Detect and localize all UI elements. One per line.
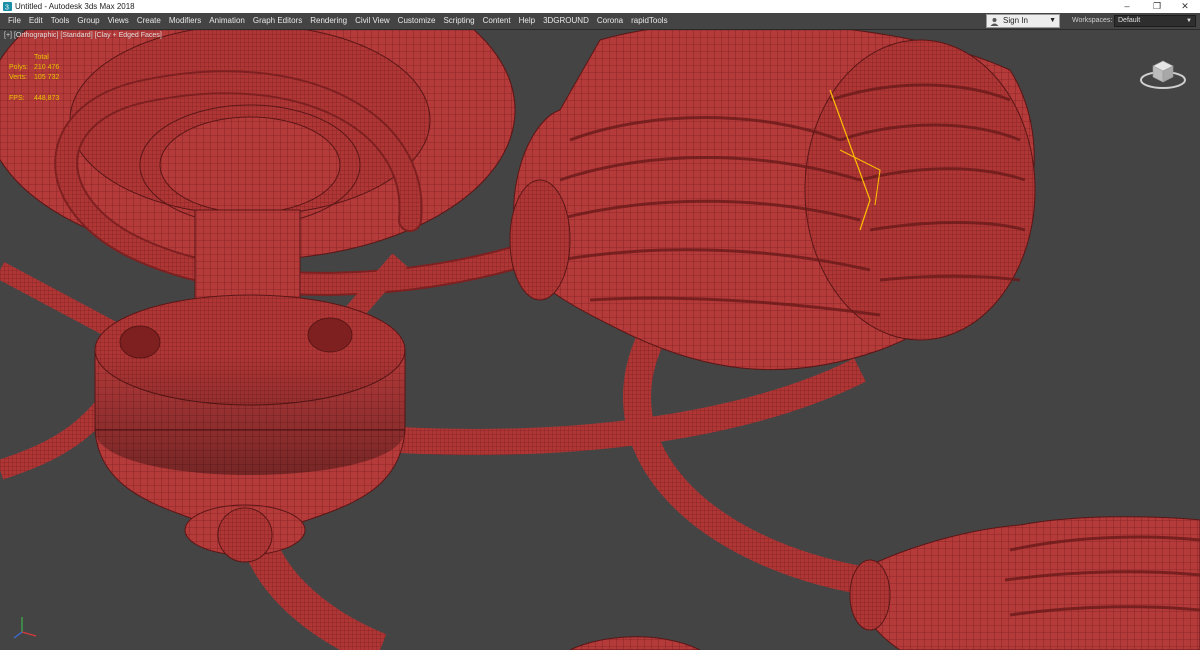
menu-graph-editors[interactable]: Graph Editors [249,13,306,29]
stats-verts-label: Verts: [9,74,27,81]
window-title: Untitled - Autodesk 3ds Max 2018 [15,2,135,11]
glass-shade-bottom [849,516,1200,650]
close-button[interactable]: ✕ [1170,0,1200,13]
menu-views[interactable]: Views [104,13,133,29]
glass-shade-partial [569,636,701,650]
stats-polys-value: 210 476 [34,64,60,71]
stats-polys-label: Polys: [9,64,29,71]
menu-rapidtools[interactable]: rapidTools [627,13,671,29]
stats-total-label: Total [34,54,49,61]
viewcube-icon[interactable] [1138,52,1188,92]
workspace-value: Default [1118,17,1141,24]
stats-verts-value: 105 732 [34,74,60,81]
viewport-label[interactable]: [+] [Orthographic] [Standard] [Clay + Edged… [4,32,164,39]
menu-modifiers[interactable]: Modifiers [165,13,205,29]
perspective-viewport[interactable]: [+] [Orthographic] [Standard] [Clay + Edged… [0,30,1200,650]
viewport-mode-label[interactable]: [Clay + Edged Faces] [95,32,162,39]
chevron-down-icon: ▼ [1049,17,1056,24]
menu-civil-view[interactable]: Civil View [351,13,394,29]
scene-render [0,30,1200,650]
menu-help[interactable]: Help [515,13,539,29]
workspace-select[interactable]: Default ▼ [1114,15,1196,27]
svg-text:3: 3 [5,5,9,12]
title-bar: 3 Untitled - Autodesk 3ds Max 2018 – ❐ ✕ [0,0,1200,13]
viewport-menu[interactable]: [+] [4,32,12,39]
menu-3dground[interactable]: 3DGROUND [539,13,593,29]
minimize-button[interactable]: – [1112,0,1142,13]
menu-tools[interactable]: Tools [47,13,74,29]
menu-rendering[interactable]: Rendering [306,13,351,29]
menu-items: File Edit Tools Group Views Create Modif… [0,13,672,29]
stats-fps-label: FPS: [9,95,25,102]
user-icon [990,18,999,26]
viewport-shading-label[interactable]: [Standard] [60,32,92,39]
menu-file[interactable]: File [0,13,25,29]
menu-corona[interactable]: Corona [593,13,627,29]
menu-content[interactable]: Content [479,13,515,29]
workspaces-label: Workspaces: [1072,17,1113,24]
stats-fps-value: 448,873 [34,95,60,102]
menu-animation[interactable]: Animation [205,13,249,29]
menu-group[interactable]: Group [73,13,103,29]
axis-tripod-icon [13,617,37,639]
menu-customize[interactable]: Customize [394,13,440,29]
maximize-button[interactable]: ❐ [1142,0,1172,13]
3dsmax-icon: 3 [3,2,12,11]
menu-scripting[interactable]: Scripting [439,13,478,29]
chevron-down-icon: ▼ [1186,18,1192,24]
viewport-view-label[interactable]: [Orthographic] [14,32,58,39]
menu-create[interactable]: Create [133,13,165,29]
menu-edit[interactable]: Edit [25,13,47,29]
hub-body [94,294,406,563]
sign-in-label: Sign In [1003,16,1028,25]
sign-in-dropdown[interactable]: Sign In ▼ [986,14,1060,28]
glass-shade-top [509,30,1036,371]
menu-bar: File Edit Tools Group Views Create Modif… [0,13,1200,30]
